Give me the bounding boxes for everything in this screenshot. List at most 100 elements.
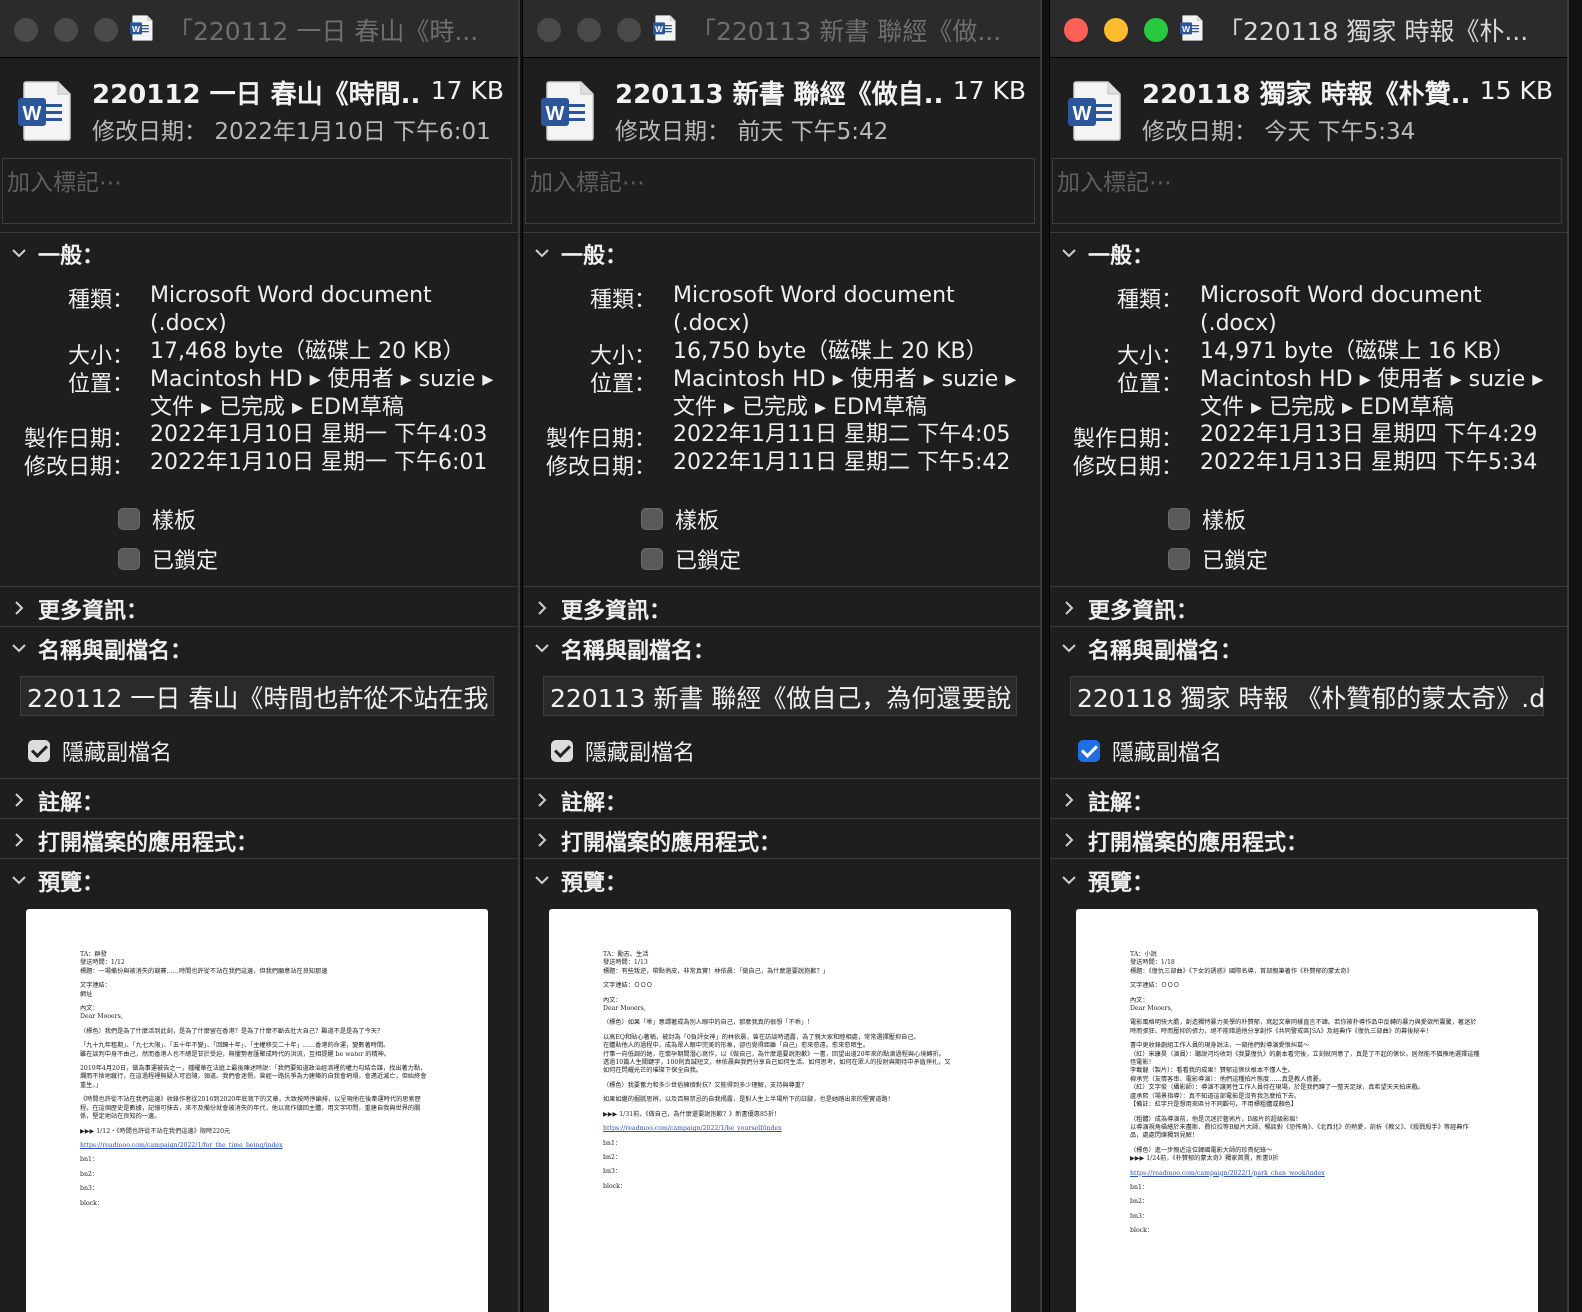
- stationery-checkbox[interactable]: [1168, 508, 1190, 530]
- name-extension-input[interactable]: 220118 獨家 時報 《朴贊郁的蒙太奇》.d: [1070, 676, 1544, 716]
- svg-text:W: W: [1182, 24, 1191, 34]
- preview-line: （標色）進一步親近這位韓國電影大師的珍貴紀錄～ ▶▶▶ 1/24前，《朴贊郁的蒙…: [1130, 1146, 1279, 1163]
- svg-text:W: W: [655, 24, 664, 34]
- divider: [0, 858, 518, 859]
- minimize-button[interactable]: [577, 18, 601, 42]
- word-document-icon: W: [541, 80, 597, 142]
- hide-extension-checkbox-row[interactable]: 隱藏副檔名: [1078, 735, 1222, 767]
- size-value: 16,750 byte（磁碟上 20 KB）: [673, 339, 988, 364]
- hide-extension-checkbox[interactable]: [1078, 740, 1100, 762]
- section-label: 更多資訊：: [1088, 599, 1199, 624]
- tags-field[interactable]: 加入標記⋯: [2, 158, 512, 224]
- stationery-checkbox-row[interactable]: 樣板: [641, 503, 719, 535]
- document-preview[interactable]: TA：勵志、生活 發送時間：1/13 標題：有些叛逆，帶點俏皮，非常真實！林依晨…: [549, 909, 1011, 1312]
- section-label: 預覽：: [561, 871, 628, 896]
- info-window: W 「220113 新書 聯經《做... W 220113 新書 聯經《做自..…: [522, 0, 1042, 1312]
- section-more-info[interactable]: 更多資訊：: [1050, 591, 1567, 627]
- section-open-with[interactable]: 打開檔案的應用程式：: [1050, 823, 1567, 859]
- minimize-button[interactable]: [54, 18, 78, 42]
- svg-text:W: W: [546, 103, 565, 125]
- locked-label: 已鎖定: [1202, 549, 1269, 574]
- window-controls: [1064, 18, 1168, 42]
- section-open-with[interactable]: 打開檔案的應用程式：: [523, 823, 1040, 859]
- stationery-checkbox[interactable]: [641, 508, 663, 530]
- divider: [1050, 586, 1567, 587]
- where-value: Macintosh HD ▸ 使用者 ▸ suzie ▸ 文件 ▸ 已完成 ▸ …: [673, 366, 1038, 422]
- locked-checkbox-row[interactable]: 已鎖定: [118, 543, 218, 575]
- preview-line: https://readmoo.com/campaign/2022/1/be_y…: [603, 1125, 782, 1133]
- zoom-button[interactable]: [1144, 18, 1168, 42]
- locked-label: 已鎖定: [675, 549, 742, 574]
- divider: [523, 626, 1040, 627]
- section-more-info[interactable]: 更多資訊：: [0, 591, 518, 627]
- hide-extension-label: 隱藏副檔名: [62, 741, 173, 766]
- section-comments[interactable]: 註解：: [1050, 783, 1567, 819]
- section-preview[interactable]: 預覽：: [523, 863, 1040, 899]
- locked-checkbox-row[interactable]: 已鎖定: [1168, 543, 1268, 575]
- locked-checkbox-row[interactable]: 已鎖定: [641, 543, 741, 575]
- section-preview[interactable]: 預覽：: [0, 863, 518, 899]
- section-general[interactable]: 一般：: [1050, 236, 1567, 272]
- close-button[interactable]: [14, 18, 38, 42]
- stationery-checkbox-row[interactable]: 樣板: [118, 503, 196, 535]
- word-document-icon: W: [18, 80, 74, 142]
- where-line1: Macintosh HD ▸ 使用者 ▸ suzie ▸: [150, 367, 494, 392]
- section-preview[interactable]: 預覽：: [1050, 863, 1567, 899]
- tags-field[interactable]: 加入標記⋯: [1052, 158, 1562, 224]
- locked-label: 已鎖定: [152, 549, 219, 574]
- modified-summary: 修改日期： 今天 下午5:34: [1142, 112, 1415, 146]
- hide-extension-checkbox-row[interactable]: 隱藏副檔名: [28, 735, 172, 767]
- kind-label: 種類：: [67, 288, 134, 313]
- divider: [0, 626, 518, 627]
- close-button[interactable]: [1064, 18, 1088, 42]
- locked-checkbox[interactable]: [641, 548, 663, 570]
- preview-line: bn1：: [603, 1139, 622, 1147]
- section-more-info[interactable]: 更多資訊：: [523, 591, 1040, 627]
- hide-extension-checkbox[interactable]: [551, 740, 573, 762]
- stationery-checkbox-row[interactable]: 樣板: [1168, 503, 1246, 535]
- close-button[interactable]: [537, 18, 561, 42]
- kind-label: 種類：: [589, 288, 656, 313]
- zoom-button[interactable]: [94, 18, 118, 42]
- preview-line: （標色）我們是為了什麼活到此刻，是為了什麼留在香港？是為了什麼不斷去壯大自己？難…: [80, 1027, 384, 1035]
- locked-checkbox[interactable]: [1168, 548, 1190, 570]
- zoom-button[interactable]: [617, 18, 641, 42]
- section-name-extension[interactable]: 名稱與副檔名：: [0, 631, 518, 667]
- section-open-with[interactable]: 打開檔案的應用程式：: [0, 823, 518, 859]
- title-bar[interactable]: W 「220118 獨家 時報《朴...: [1050, 0, 1567, 58]
- section-comments[interactable]: 註解：: [0, 783, 518, 819]
- section-label: 名稱與副檔名：: [38, 639, 193, 664]
- chevron-right-icon: [1060, 599, 1078, 617]
- svg-text:W: W: [1073, 103, 1092, 125]
- size-value: 17,468 byte（磁碟上 20 KB）: [150, 339, 465, 364]
- section-label: 註解：: [38, 791, 105, 816]
- minimize-button[interactable]: [1104, 18, 1128, 42]
- where-label: 位置：: [589, 372, 656, 397]
- preview-line: 內文： Dear Mooers,: [80, 1005, 123, 1021]
- section-name-extension[interactable]: 名稱與副檔名：: [1050, 631, 1567, 667]
- tags-field[interactable]: 加入標記⋯: [525, 158, 1035, 224]
- title-bar[interactable]: W 「220112 一日 春山《時...: [0, 0, 518, 58]
- section-label: 打開檔案的應用程式：: [1088, 831, 1309, 856]
- locked-checkbox[interactable]: [118, 548, 140, 570]
- name-extension-input[interactable]: 220113 新書 聯經《做自己，為何還要說: [543, 676, 1017, 716]
- hide-extension-checkbox[interactable]: [28, 740, 50, 762]
- stationery-checkbox[interactable]: [118, 508, 140, 530]
- hide-extension-checkbox-row[interactable]: 隱藏副檔名: [551, 735, 695, 767]
- section-general[interactable]: 一般：: [523, 236, 1040, 272]
- kind-value: Microsoft Word document (.docx): [673, 282, 1038, 338]
- info-window: W 「220118 獨家 時報《朴... W 220118 獨家 時報《朴贊..…: [1049, 0, 1569, 1312]
- hide-extension-label: 隱藏副檔名: [585, 741, 696, 766]
- divider: [1050, 626, 1567, 627]
- divider: [1050, 778, 1567, 779]
- section-general[interactable]: 一般：: [0, 236, 518, 272]
- divider: [0, 818, 518, 819]
- created-value: 2022年1月13日 星期四 下午4:29: [1200, 422, 1538, 447]
- section-name-extension[interactable]: 名稱與副檔名：: [523, 631, 1040, 667]
- kind-label: 種類：: [1116, 288, 1183, 313]
- name-extension-input[interactable]: 220112 一日 春山《時間也許從不站在我: [20, 676, 494, 716]
- title-bar[interactable]: W 「220113 新書 聯經《做...: [523, 0, 1040, 58]
- document-preview[interactable]: TA：小說 發送時間：1/18 標題：《復仇三部曲》《下女的誘惑》國際名導，首部…: [1076, 909, 1538, 1312]
- document-preview[interactable]: TA：群發 發送時間：1/12 標題：一場備份與被消失的競賽……時間也許從不站在…: [26, 909, 488, 1312]
- section-comments[interactable]: 註解：: [523, 783, 1040, 819]
